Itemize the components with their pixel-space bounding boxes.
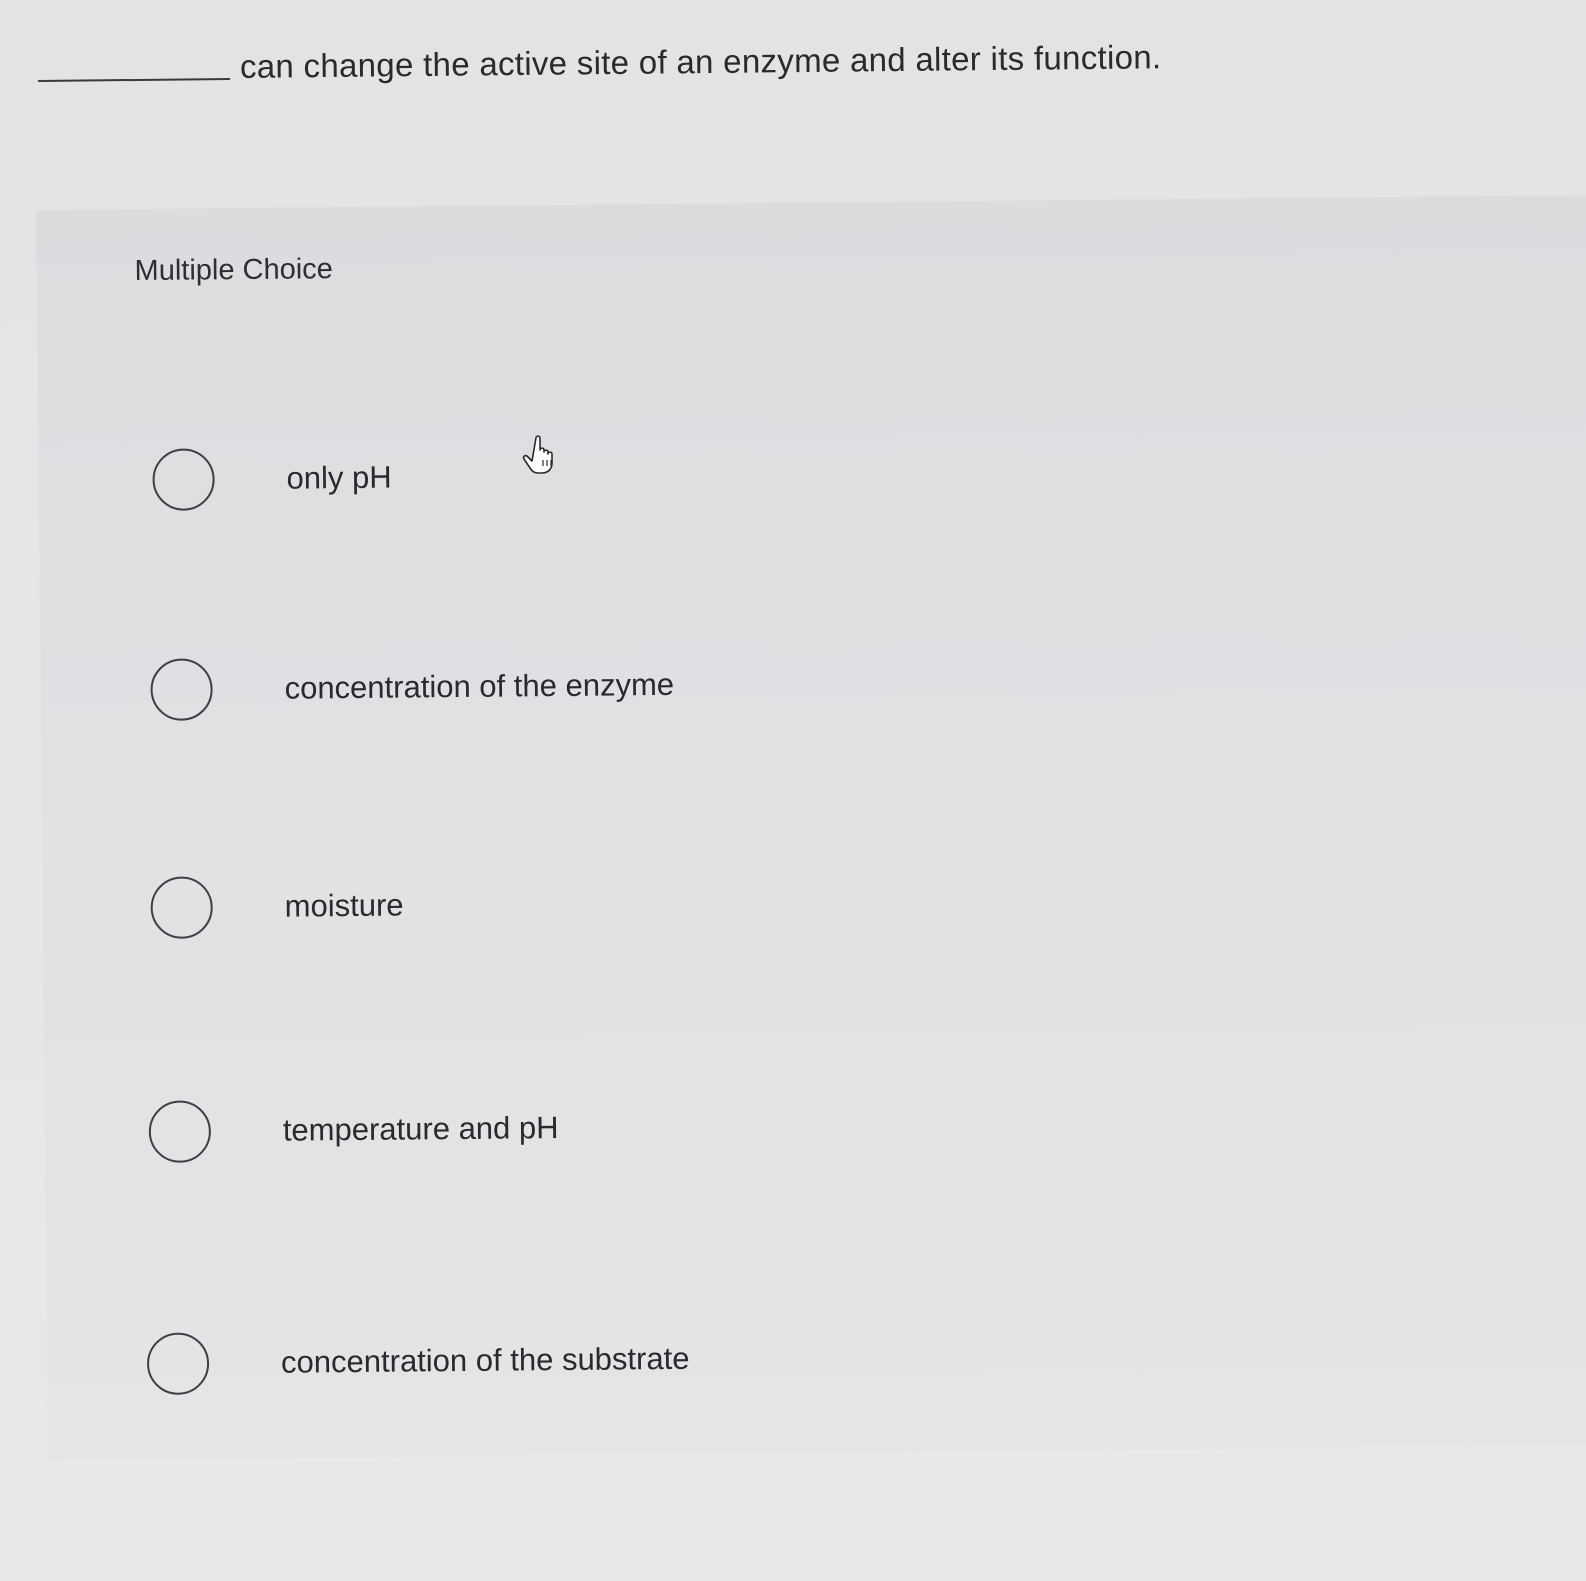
option-label: moisture [284,887,404,924]
option-temperature-ph[interactable]: temperature and pH [148,1097,559,1163]
question-text: can change the active site of an enzyme … [239,38,1162,85]
option-label: concentration of the substrate [280,1340,690,1380]
option-moisture[interactable]: moisture [150,875,404,939]
option-label: temperature and pH [282,1110,559,1148]
multiple-choice-label: Multiple Choice [134,253,334,288]
option-label: concentration of the enzyme [284,666,675,706]
option-label: only pH [286,459,392,496]
option-concentration-substrate[interactable]: concentration of the substrate [146,1328,690,1395]
radio-button[interactable] [146,1332,210,1395]
multiple-choice-panel: Multiple Choice only pH concentration of… [36,195,1586,1460]
answer-blank [38,77,231,82]
option-concentration-enzyme[interactable]: concentration of the enzyme [150,654,674,721]
radio-button[interactable] [148,1100,212,1163]
radio-button[interactable] [150,658,213,721]
option-only-ph[interactable]: only pH [152,447,392,511]
radio-button[interactable] [152,448,215,511]
hand-pointer-icon [522,435,553,474]
question-prompt: can change the active site of an enzyme … [38,38,1162,88]
radio-button[interactable] [150,876,213,939]
